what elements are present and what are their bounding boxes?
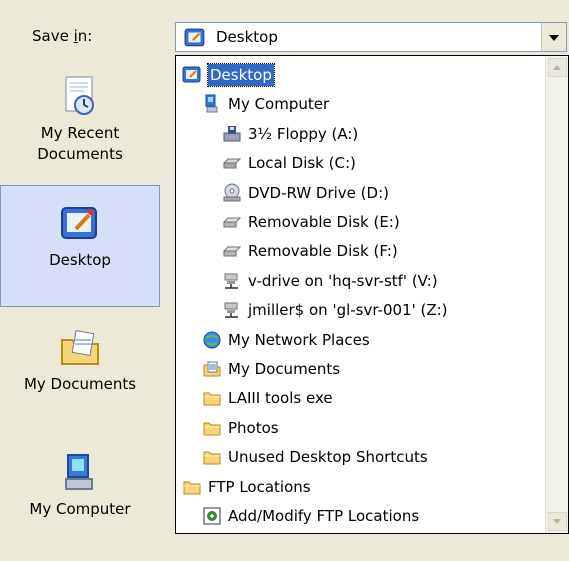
- removable-disk-icon: [222, 246, 242, 257]
- my-documents-icon: [203, 361, 221, 377]
- my-computer-icon: [205, 94, 218, 113]
- save-in-label: Save in:: [32, 27, 93, 45]
- location-label: My Documents: [228, 360, 341, 378]
- dropdown-arrow-button[interactable]: [541, 23, 566, 51]
- ftp-add-icon: [203, 507, 221, 525]
- hard-disk-icon: [222, 158, 242, 169]
- folder-icon: [203, 451, 221, 465]
- floppy-drive-icon: [223, 125, 241, 142]
- removable-disk-icon: [222, 217, 242, 228]
- location-label: Local Disk (C:): [248, 154, 356, 173]
- desktop-icon: [184, 28, 205, 47]
- place-label: Desktop: [49, 251, 111, 269]
- location-label: My Computer: [228, 95, 330, 114]
- location-label: Desktop: [207, 63, 275, 87]
- folder-icon: [183, 481, 201, 495]
- my-computer-icon: [65, 454, 93, 490]
- location-label: jmiller$ on 'gl-svr-001' (Z:): [248, 301, 448, 320]
- my-documents-icon: [61, 330, 99, 365]
- place-label: My Recent Documents: [37, 124, 123, 163]
- location-label: Photos: [228, 418, 279, 437]
- dvd-drive-icon: [223, 183, 241, 202]
- network-drive-icon: [224, 273, 238, 289]
- desktop-icon: [182, 66, 201, 83]
- desktop-icon: [61, 207, 97, 239]
- save-in-value: Desktop: [216, 28, 278, 46]
- place-label: My Documents: [23, 375, 137, 393]
- location-label: DVD-RW Drive (D:): [248, 183, 389, 202]
- location-label: LAIII tools exe: [228, 389, 333, 408]
- place-desktop[interactable]: Desktop: [0, 185, 160, 307]
- scroll-up-button[interactable]: [548, 58, 567, 77]
- place-my-documents[interactable]: My Documents: [0, 310, 160, 446]
- scroll-down-button[interactable]: [548, 512, 567, 531]
- folder-icon: [203, 392, 221, 406]
- location-label: My Network Places: [228, 330, 370, 349]
- location-label: 3½ Floppy (A:): [248, 124, 359, 143]
- network-drive-icon: [224, 302, 238, 318]
- places-bar: My Recent Documents Desktop My Documents My…: [0, 60, 160, 534]
- location-label: Removable Disk (F:): [248, 242, 398, 261]
- recent-documents-icon: [65, 76, 94, 115]
- network-places-icon: [203, 331, 221, 349]
- save-in-combobox[interactable]: Desktop: [175, 22, 567, 52]
- vertical-scrollbar[interactable]: [545, 56, 568, 533]
- location-label: v-drive on 'hq-svr-stf' (V:): [248, 271, 438, 290]
- place-my-recent-documents[interactable]: My Recent Documents: [0, 60, 160, 195]
- folder-icon: [203, 422, 221, 436]
- place-label: My Computer: [29, 500, 131, 518]
- location-label: Add/Modify FTP Locations: [228, 507, 420, 525]
- place-my-computer[interactable]: My Computer: [0, 435, 160, 561]
- location-dropdown-list: Desktop My Computer 3½ Floppy (A:) Local Di…: [175, 55, 569, 534]
- location-label: FTP Locations: [208, 477, 311, 496]
- location-label: Unused Desktop Shortcuts: [228, 448, 428, 467]
- location-label: Removable Disk (E:): [248, 213, 400, 231]
